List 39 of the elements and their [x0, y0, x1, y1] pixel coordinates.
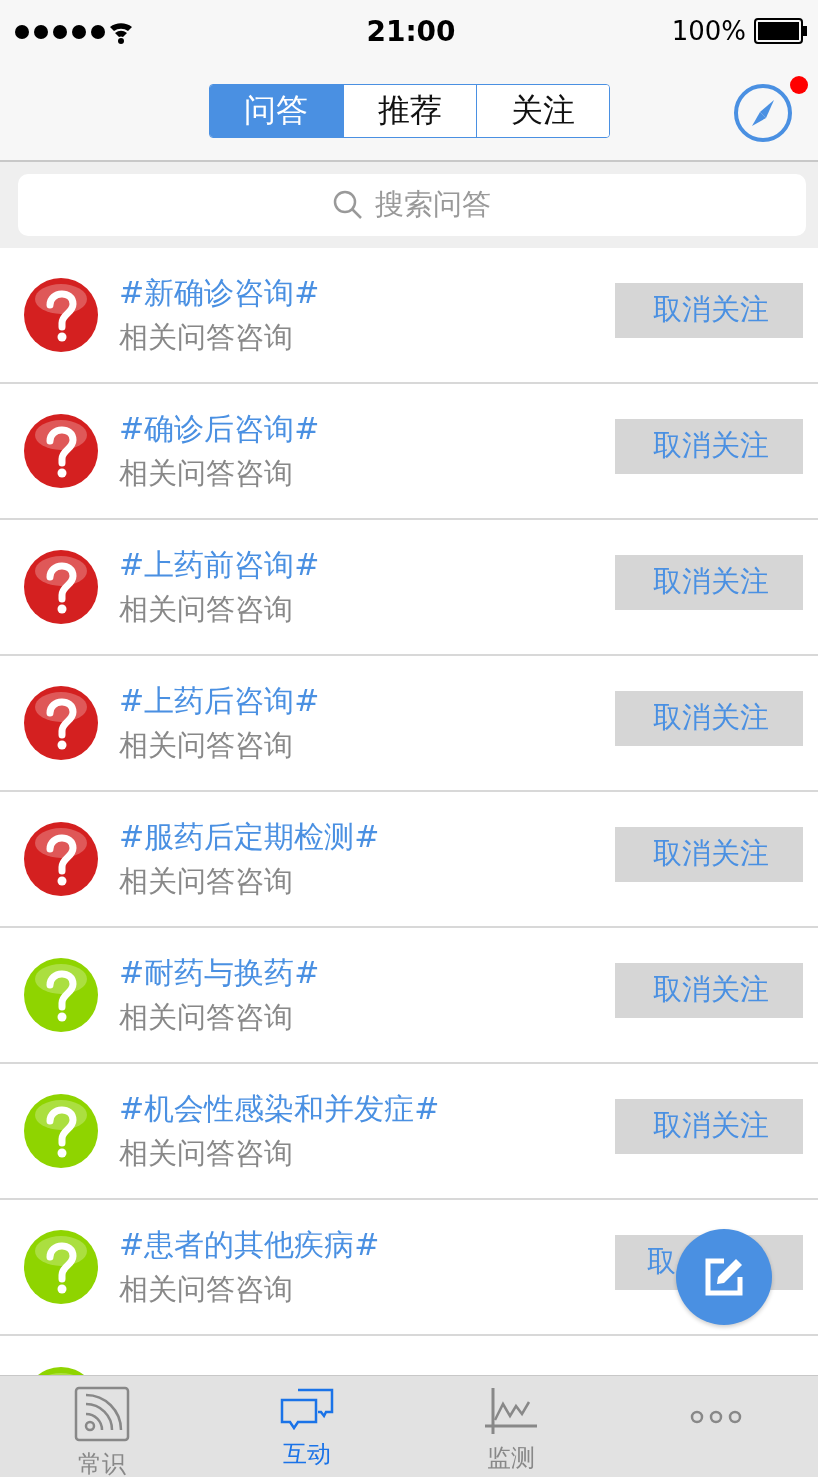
unfollow-button[interactable]: 取消关注: [615, 962, 803, 1018]
compass-icon[interactable]: [732, 82, 794, 144]
segment-tab[interactable]: 问答: [209, 85, 343, 137]
search-field[interactable]: 搜索问答: [18, 174, 806, 236]
segment-tab[interactable]: 推荐: [342, 85, 476, 137]
topic-title[interactable]: #上药前咨询#: [119, 544, 595, 586]
topic-subtitle: 相关问答咨询: [119, 726, 294, 764]
topic-title[interactable]: #耐药与换药#: [119, 952, 595, 994]
battery-icon: [754, 18, 808, 44]
more-icon: [689, 1410, 742, 1424]
search-icon: [333, 190, 363, 220]
unfollow-button[interactable]: 取消关注: [615, 826, 803, 882]
topic-subtitle: 相关问答咨询: [119, 454, 294, 492]
topic-title[interactable]: #确诊后咨询#: [119, 408, 595, 450]
topic-subtitle: 相关问答咨询: [119, 318, 294, 356]
segment-tab[interactable]: 关注: [475, 85, 609, 137]
topic-subtitle: 相关问答咨询: [119, 590, 294, 628]
topic-subtitle: 相关问答咨询: [119, 1134, 294, 1172]
topic-subtitle: 相关问答咨询: [119, 862, 294, 900]
clock-time: 21:00: [366, 14, 456, 48]
unfollow-button[interactable]: 取消关注: [615, 418, 803, 474]
topic-title[interactable]: #患者的其他疾病#: [119, 1224, 595, 1266]
battery-percentage: 100%: [671, 16, 746, 46]
chart-icon: [483, 1386, 540, 1436]
topic-title[interactable]: #服药后定期检测#: [119, 816, 595, 858]
unfollow-button[interactable]: 取消关注: [615, 690, 803, 746]
topic-title[interactable]: #机会性感染和并发症#: [119, 1088, 595, 1130]
unfollow-button[interactable]: 取消关注: [615, 554, 803, 610]
unfollow-button[interactable]: 取消关注: [615, 1098, 803, 1154]
unfollow-button[interactable]: 取消关注: [615, 282, 803, 338]
topic-title[interactable]: #新确诊咨询#: [119, 272, 595, 314]
search-placeholder: 搜索问答: [375, 186, 491, 223]
topic-title[interactable]: #上药后咨询#: [119, 680, 595, 722]
topic-subtitle: 相关问答咨询: [119, 1270, 294, 1308]
feed-icon: [74, 1386, 131, 1442]
tab-bar-item[interactable]: 互动: [204, 1376, 409, 1477]
tab-bar-item[interactable]: 监测: [409, 1376, 614, 1477]
topic-subtitle: 相关问答咨询: [119, 998, 294, 1036]
tab-bar-item[interactable]: 常识: [0, 1376, 205, 1477]
